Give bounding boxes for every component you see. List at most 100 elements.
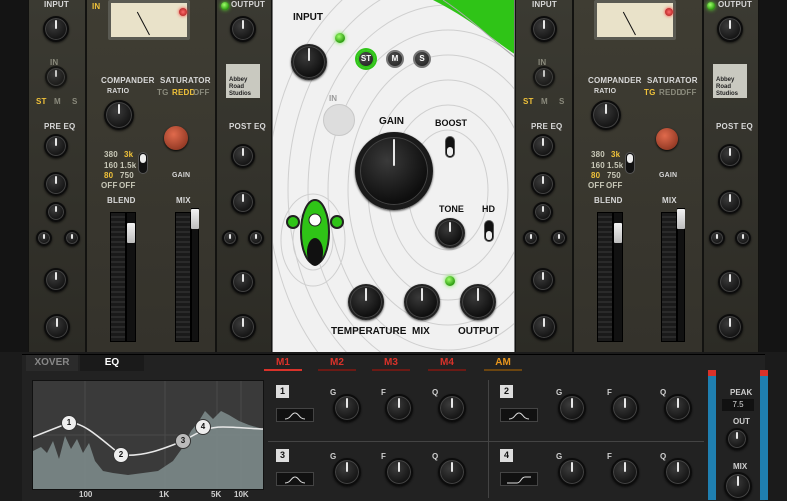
right-pre-f-knob[interactable] [523,230,539,246]
left-mode-s[interactable]: S [72,97,78,106]
left-sat-off[interactable]: OFF [193,88,210,97]
center-temperature-knob[interactable] [348,284,384,320]
left-gain-pointer-knob[interactable] [164,126,188,150]
left-input-knob[interactable] [43,16,69,42]
tab-eq[interactable]: EQ [80,355,144,371]
right-post-low-knob[interactable] [718,270,742,294]
band-2-f-knob[interactable] [611,394,639,422]
out-knob[interactable] [726,428,748,450]
eq-point-4[interactable]: 4 [195,419,211,435]
band-2-g-knob[interactable] [558,394,586,422]
right-pre-eq-knob[interactable] [531,134,555,158]
tab-m3[interactable]: M3 [372,355,410,371]
left-blend-fader[interactable] [126,212,136,342]
left-mix-fader[interactable] [191,208,199,342]
right-mix-fader[interactable] [677,208,685,342]
right-post-mix-knob[interactable] [717,314,743,340]
left-post-low-knob[interactable] [231,270,255,294]
eq-point-2[interactable]: 2 [113,447,129,463]
right-input-knob[interactable] [531,16,557,42]
left-pre-eq-knob-3[interactable] [46,202,66,222]
left-pre-q-knob[interactable] [64,230,80,246]
right-pre-mix-knob[interactable] [531,314,557,340]
band-3-q-knob[interactable] [438,458,466,486]
band-1-shape-selector[interactable] [276,408,314,422]
right-pre-eq-knob-3[interactable] [533,202,553,222]
center-gain-knob[interactable] [355,132,433,210]
band-1-f-knob[interactable] [385,394,413,422]
left-pre-mix-knob[interactable] [44,314,70,340]
left-ratio-knob[interactable] [104,100,134,130]
band-4-q-knob[interactable] [664,458,692,486]
right-post-eq-knob-2[interactable] [718,190,742,214]
band-4-f-knob[interactable] [611,458,639,486]
right-pre-eq-knob-2[interactable] [531,172,555,196]
center-output-knob[interactable] [460,284,496,320]
tab-m4[interactable]: M4 [428,355,466,371]
right-mode-m[interactable]: M [541,97,548,106]
band-2-q-knob[interactable] [664,394,692,422]
left-pre-eq-knob[interactable] [44,134,68,158]
left-sat-tg[interactable]: TG [157,88,169,97]
center-mode-m-button[interactable]: M [386,50,404,68]
eq-graph[interactable]: 1 2 3 4 [32,380,264,490]
left-output-knob[interactable] [230,16,256,42]
left-sat-redd[interactable]: REDD [172,88,195,97]
right-pre-q-knob[interactable] [551,230,567,246]
left-in-knob[interactable] [45,66,67,88]
right-blend-fader[interactable] [613,212,623,342]
center-input-knob[interactable] [291,44,327,80]
center-in-knob[interactable] [323,104,355,136]
tab-m2[interactable]: M2 [318,355,356,371]
band-3-shape-selector[interactable] [276,472,314,486]
center-mode-st-button[interactable]: ST [357,50,375,68]
tab-am[interactable]: AM [484,355,522,371]
left-mix-fader-cap[interactable] [191,209,199,229]
right-xover-toggle[interactable] [625,152,635,174]
right-sat-off[interactable]: OFF [680,88,697,97]
left-pre-eq-knob-2[interactable] [44,172,68,196]
band-3-g-knob[interactable] [333,458,361,486]
center-hd-toggle[interactable] [484,220,494,242]
tab-xover[interactable]: XOVER [26,355,78,371]
right-blend-fader-cap[interactable] [614,223,622,243]
right-sat-tg[interactable]: TG [644,88,656,97]
mix-knob[interactable] [724,472,752,500]
left-xover-toggle[interactable] [138,152,148,174]
left-pre-f-knob[interactable] [36,230,52,246]
left-mode-m[interactable]: M [54,97,61,106]
eq-point-3[interactable]: 3 [175,433,191,449]
right-sat-redd[interactable]: REDD [659,88,682,97]
right-mode-st[interactable]: ST [523,97,534,106]
left-pre-low-knob[interactable] [44,268,68,292]
tab-m1[interactable]: M1 [264,355,302,371]
right-gain-pointer-knob[interactable] [656,128,678,150]
band-4-shape-selector[interactable] [500,472,538,486]
band-4-g-knob[interactable] [558,458,586,486]
band-2-shape-selector[interactable] [500,408,538,422]
center-boost-toggle[interactable] [445,136,455,158]
right-mode-s[interactable]: S [559,97,565,106]
center-mix-knob[interactable] [404,284,440,320]
center-mode-s-button[interactable]: S [413,50,431,68]
center-tone-knob[interactable] [435,218,465,248]
band-1-g-knob[interactable] [333,394,361,422]
right-ratio-knob[interactable] [591,100,621,130]
right-pre-low-knob[interactable] [531,268,555,292]
left-post-f-knob[interactable] [222,230,238,246]
left-blend-fader-cap[interactable] [127,223,135,243]
right-post-q-knob[interactable] [735,230,751,246]
left-post-eq-knob[interactable] [231,144,255,168]
right-mix-fader-cap[interactable] [677,209,685,229]
eq-point-1[interactable]: 1 [61,415,77,431]
right-post-f-knob[interactable] [709,230,725,246]
right-post-eq-knob[interactable] [718,144,742,168]
right-output-knob[interactable] [717,16,743,42]
band-1-q-knob[interactable] [438,394,466,422]
band-3-f-knob[interactable] [385,458,413,486]
left-post-mix-knob[interactable] [230,314,256,340]
left-post-eq-knob-2[interactable] [231,190,255,214]
left-post-q-knob[interactable] [248,230,264,246]
left-mode-st[interactable]: ST [36,97,47,106]
right-in-knob[interactable] [533,66,555,88]
